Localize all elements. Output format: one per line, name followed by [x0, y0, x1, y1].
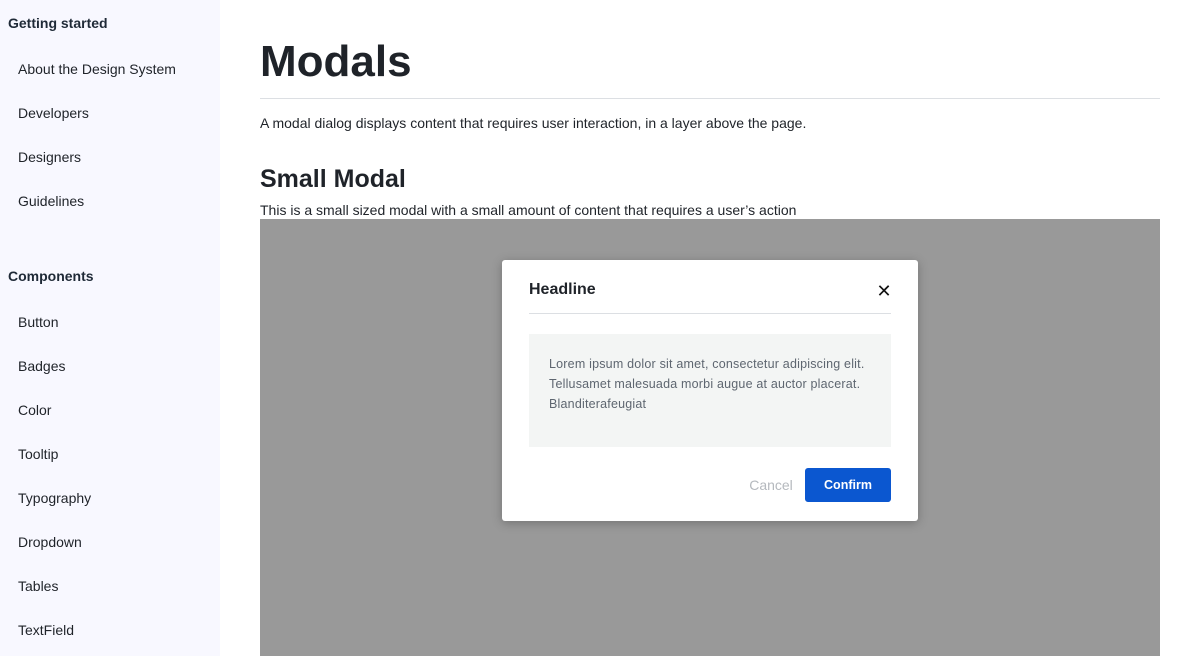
section-description: This is a small sized modal with a small…	[260, 202, 797, 218]
app-root: Getting started About the Design System …	[0, 0, 1200, 656]
sidebar-item-tooltip[interactable]: Tooltip	[18, 446, 58, 462]
main-content: Modals A modal dialog displays content t…	[260, 0, 1160, 656]
sidebar-item-textfield[interactable]: TextField	[18, 622, 74, 638]
sidebar-item-developers[interactable]: Developers	[18, 105, 89, 121]
confirm-button[interactable]: Confirm	[805, 468, 891, 502]
modal-dialog: Headline ✕ Lorem ipsum dolor sit amet, c…	[502, 260, 918, 521]
page-intro: A modal dialog displays content that req…	[260, 115, 807, 131]
sidebar-item-typography[interactable]: Typography	[18, 490, 91, 506]
sidebar-item-color[interactable]: Color	[18, 402, 51, 418]
title-divider	[260, 98, 1160, 99]
sidebar: Getting started About the Design System …	[0, 0, 220, 656]
modal-body: Lorem ipsum dolor sit amet, consectetur …	[529, 334, 891, 447]
sidebar-section-getting-started: Getting started	[8, 15, 108, 31]
modal-divider	[529, 313, 891, 314]
sidebar-item-button[interactable]: Button	[18, 314, 58, 330]
sidebar-item-tables[interactable]: Tables	[18, 578, 58, 594]
sidebar-section-components: Components	[8, 268, 94, 284]
sidebar-item-about[interactable]: About the Design System	[18, 61, 176, 77]
section-heading: Small Modal	[260, 165, 406, 193]
cancel-button[interactable]: Cancel	[742, 468, 800, 502]
page-title: Modals	[260, 37, 412, 86]
close-icon[interactable]: ✕	[872, 280, 896, 302]
modal-body-text: Lorem ipsum dolor sit amet, consectetur …	[549, 357, 865, 411]
sidebar-item-guidelines[interactable]: Guidelines	[18, 193, 84, 209]
sidebar-item-dropdown[interactable]: Dropdown	[18, 534, 82, 550]
modal-headline: Headline	[529, 281, 596, 298]
modal-demo-overlay: Headline ✕ Lorem ipsum dolor sit amet, c…	[260, 219, 1160, 656]
sidebar-item-designers[interactable]: Designers	[18, 149, 81, 165]
sidebar-item-badges[interactable]: Badges	[18, 358, 65, 374]
